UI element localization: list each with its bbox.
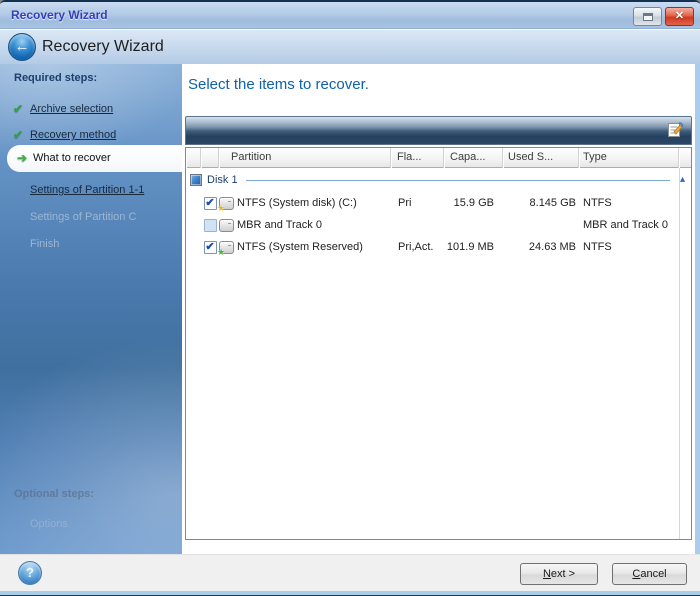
maximize-button[interactable] [633, 7, 662, 26]
cancel-button-label: ancel [640, 568, 667, 580]
wizard-body: Required steps: ✔ Archive selection ✔ Re… [0, 64, 700, 554]
table-header-row: Partition Fla... Capa... Used S... Type [186, 148, 691, 168]
required-steps-label: Required steps: [14, 72, 98, 84]
active-star-icon: ★ [217, 246, 226, 257]
partitions-table: Partition Fla... Capa... Used S... Type … [185, 147, 692, 540]
table-row[interactable]: ✔ ★ MBR and Track 0 MBR and Track 0 [186, 214, 691, 236]
partition-icon: ★ [217, 240, 234, 257]
column-header-type[interactable]: Type [579, 148, 679, 168]
check-icon: ✔ [12, 128, 24, 142]
column-spacer-3 [679, 148, 691, 168]
window-title: Recovery Wizard [11, 8, 108, 22]
checkmark-icon: ✔ [205, 240, 215, 253]
sidebar-item-archive-selection[interactable]: ✔ Archive selection [0, 98, 182, 120]
sidebar-item-finish: Finish [0, 233, 182, 255]
disk-group-row[interactable]: Disk 1 ▴ [186, 168, 691, 192]
checkmark-icon: ✔ [205, 196, 215, 209]
type-cell: NTFS [583, 197, 612, 209]
primary-star-icon: ★ [217, 202, 226, 213]
sidebar-item-recovery-method[interactable]: ✔ Recovery method [0, 124, 182, 146]
table-body: Disk 1 ▴ ✔ ★ NTFS (System disk) (C:) Pri [186, 168, 691, 539]
table-row[interactable]: ✔ ★ NTFS (System disk) (C:) Pri 15.9 GB … [186, 192, 691, 214]
step-label: Archive selection [30, 103, 114, 115]
partition-cell: ★ MBR and Track 0 [219, 218, 391, 232]
disk-icon [190, 174, 202, 186]
next-button-label: ext > [550, 568, 576, 580]
titlebar[interactable]: Recovery Wizard ✕ [0, 2, 700, 29]
column-spacer-2 [201, 148, 219, 168]
partition-name: NTFS (System Reserved) [237, 241, 363, 253]
maximize-icon [643, 13, 653, 21]
next-button[interactable]: Next > [520, 563, 598, 585]
content-pane: Select the items to recover. Partition F… [182, 64, 695, 554]
step-label: What to recover [33, 152, 111, 164]
step-label: Settings of Partition 1-1 [30, 184, 145, 196]
group-divider-line [245, 179, 670, 181]
capacity-cell: 101.9 MB [446, 241, 494, 253]
recovery-wizard-window: Recovery Wizard ✕ ← Recovery Wizard Requ… [0, 0, 700, 596]
column-header-used-space[interactable]: Used S... [503, 148, 579, 168]
optional-steps-label: Optional steps: [14, 488, 95, 500]
type-cell: NTFS [583, 241, 612, 253]
column-header-flags[interactable]: Fla... [391, 148, 444, 168]
sidebar-item-what-to-recover[interactable]: ➔ What to recover [7, 145, 182, 172]
table-row[interactable]: ✔ ★ NTFS (System Reserved) Pri,Act. 101.… [186, 236, 691, 258]
back-arrow-icon: ← [14, 38, 30, 55]
properties-icon [668, 122, 684, 137]
partition-icon: ★ [219, 218, 234, 232]
step-label: Recovery method [30, 129, 117, 141]
check-icon: ✔ [12, 102, 24, 116]
help-icon: ? [26, 565, 34, 580]
disk-group-label: Disk 1 [207, 174, 238, 186]
footer-bar: ? Next > Cancel [0, 554, 700, 591]
partition-name: MBR and Track 0 [237, 219, 322, 231]
column-header-partition[interactable]: Partition [219, 148, 391, 168]
sidebar-item-settings-partition-1-1[interactable]: Settings of Partition 1-1 [0, 179, 182, 201]
row-checkbox[interactable]: ✔ [203, 218, 217, 232]
partition-cell: ★ NTFS (System disk) (C:) [217, 196, 391, 213]
sidebar-item-settings-partition-c: Settings of Partition C [0, 206, 182, 228]
wizard-header: ← Recovery Wizard [0, 30, 700, 64]
items-toolbar [185, 116, 692, 145]
sidebar-item-options: Options [0, 513, 182, 535]
partition-name: NTFS (System disk) (C:) [237, 197, 357, 209]
used-space-cell: 24.63 MB [528, 241, 576, 253]
flags-cell: Pri [398, 197, 412, 209]
current-arrow-icon: ➔ [16, 151, 28, 165]
capacity-cell: 15.9 GB [453, 197, 494, 209]
steps-sidebar: Required steps: ✔ Archive selection ✔ Re… [0, 64, 182, 554]
step-label: Finish [30, 238, 60, 250]
cancel-button[interactable]: Cancel [612, 563, 687, 585]
used-space-cell: 8.145 GB [529, 197, 576, 209]
step-label: Options [30, 518, 68, 530]
row-checkbox[interactable]: ✔ [203, 196, 217, 210]
properties-button[interactable] [664, 120, 686, 142]
help-button[interactable]: ? [18, 561, 42, 585]
next-button-accesskey: N [542, 568, 551, 580]
row-checkbox[interactable]: ✔ [203, 240, 217, 254]
column-divider [679, 168, 680, 539]
back-button[interactable]: ← [8, 33, 36, 61]
collapse-arrow-icon[interactable]: ▴ [680, 175, 685, 185]
close-icon: ✕ [674, 10, 685, 22]
type-cell: MBR and Track 0 [583, 219, 668, 231]
step-label: Settings of Partition C [30, 211, 137, 223]
row-checkbox-cell: ✔ [201, 218, 219, 232]
column-header-capacity[interactable]: Capa... [444, 148, 503, 168]
partition-icon: ★ [217, 196, 234, 213]
close-button[interactable]: ✕ [665, 7, 694, 26]
column-spacer-1 [186, 148, 201, 168]
wizard-title: Recovery Wizard [42, 38, 164, 55]
page-title: Select the items to recover. [188, 76, 369, 93]
partition-cell: ★ NTFS (System Reserved) [217, 240, 391, 257]
flags-cell: Pri,Act. [398, 241, 434, 253]
